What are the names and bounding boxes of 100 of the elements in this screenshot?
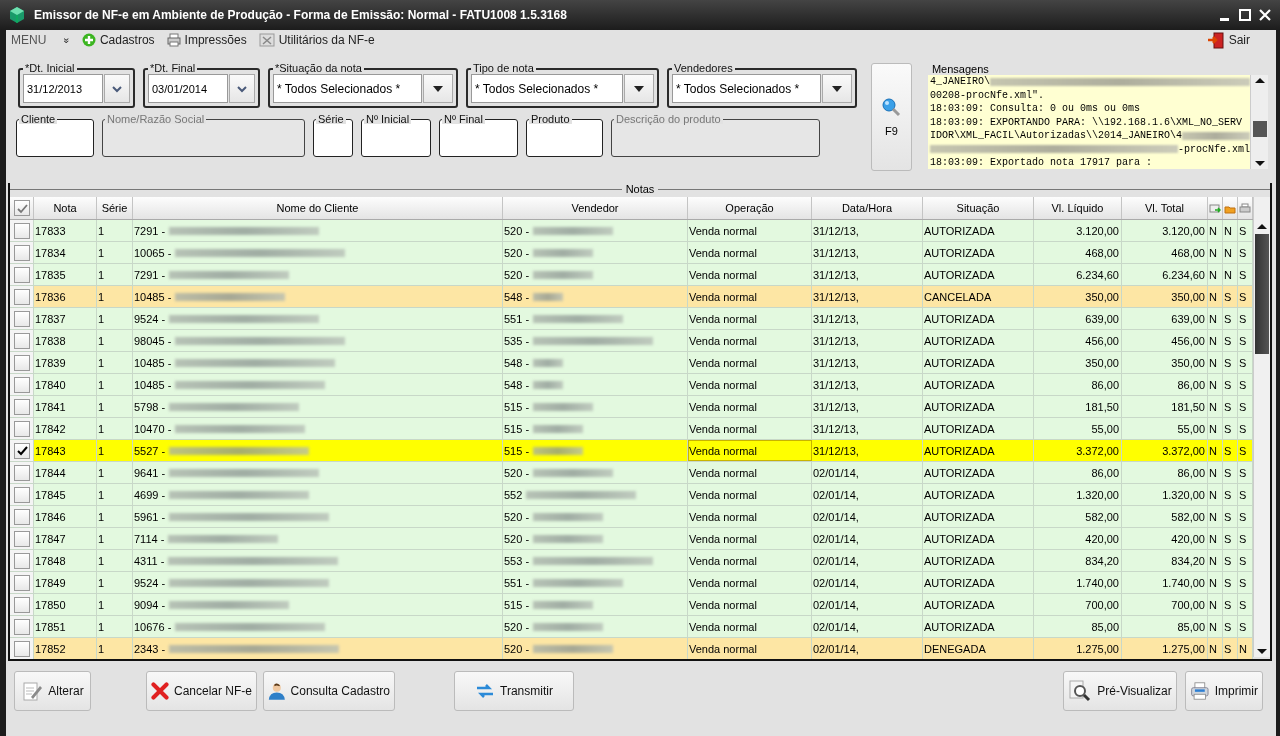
table-cell: 17849 [34, 572, 97, 593]
dropdown-button[interactable] [423, 74, 453, 103]
table-cell: Venda normal [688, 550, 812, 571]
action-button[interactable]: Alterar [14, 671, 91, 711]
action-button[interactable]: Pré-Visualizar [1063, 671, 1177, 711]
blurred-text [533, 292, 564, 301]
row-checkbox[interactable] [14, 354, 30, 371]
action-button[interactable]: Transmitir [454, 671, 574, 711]
table-cell: Venda normal [688, 264, 812, 285]
column-header[interactable]: Nota [34, 197, 97, 219]
input-field[interactable]: Série [313, 114, 353, 157]
input-field[interactable]: Nº Inicial [361, 114, 431, 157]
column-header[interactable]: Situação [923, 197, 1034, 219]
row-checkbox[interactable] [14, 596, 30, 613]
log-line: -procNfe.xml [1177, 142, 1250, 156]
row-checkbox[interactable] [14, 442, 30, 459]
date-field[interactable]: 31/12/2013 [23, 74, 130, 103]
table-cell: 1 [97, 374, 133, 395]
row-checkbox[interactable] [14, 310, 30, 327]
row-checkbox[interactable] [14, 376, 30, 393]
table-cell: 17843 [34, 440, 97, 461]
column-header[interactable]: Vendedor [503, 197, 688, 219]
table-cell: CANCELADA [923, 286, 1034, 307]
maximize-icon[interactable] [1238, 8, 1252, 22]
table-cell: AUTORIZADA [923, 220, 1034, 241]
column-header[interactable]: Data/Hora [812, 197, 923, 219]
messages-title: Mensagens [931, 63, 989, 75]
action-button[interactable]: Cancelar NF-e [146, 671, 257, 711]
row-checkbox[interactable] [14, 618, 30, 635]
table-cell: 1 [97, 396, 133, 417]
input-field[interactable]: Produto [526, 114, 603, 157]
table-cell: 456,00 [1034, 330, 1122, 351]
menu-label[interactable]: MENU [11, 33, 47, 47]
menu-item[interactable]: Utilitários da NF-e [258, 32, 375, 48]
column-header[interactable]: Série [97, 197, 133, 219]
client-code: 4311 - [134, 554, 165, 567]
expand-button[interactable]: » [61, 37, 73, 43]
close-icon[interactable] [1258, 8, 1272, 22]
action-button[interactable]: Imprimir [1185, 671, 1263, 711]
table-cell: 17845 [34, 484, 97, 505]
column-header[interactable]: Vl. Líquido [1034, 197, 1122, 219]
table-cell: N [1208, 462, 1223, 483]
table-cell: 639,00 [1034, 308, 1122, 329]
dropdown[interactable]: * Todos Selecionados * [273, 74, 453, 103]
row-checkbox[interactable] [14, 464, 30, 481]
row-checkbox[interactable] [14, 244, 30, 261]
menu-item[interactable]: Cadastros [81, 33, 155, 47]
scrollbar-thumb[interactable] [1255, 234, 1269, 354]
date-picker-button[interactable] [229, 74, 255, 103]
dropdown-button[interactable] [624, 74, 654, 103]
table-cell: 02/01/14, [812, 506, 923, 527]
row-checkbox[interactable] [14, 486, 30, 503]
seller-code: 515 - [504, 422, 530, 435]
input-field[interactable]: Cliente [16, 114, 94, 157]
row-checkbox[interactable] [14, 266, 30, 283]
column-header[interactable]: Vl. Total [1122, 197, 1208, 219]
dropdown[interactable]: * Todos Selecionados * [672, 74, 852, 103]
blurred-text [533, 534, 604, 543]
dropdown[interactable]: * Todos Selecionados * [471, 74, 654, 103]
row-checkbox[interactable] [14, 552, 30, 569]
exit-button[interactable]: Sair [1206, 31, 1250, 49]
column-header[interactable]: Nome do Cliente [133, 197, 503, 219]
seller-code: 515 - [504, 598, 530, 611]
seller-code: 551 - [504, 312, 530, 325]
search-button[interactable]: F9 [871, 63, 912, 171]
table-cell: 1 [97, 616, 133, 637]
row-checkbox[interactable] [14, 398, 30, 415]
action-button[interactable]: Consulta Cadastro [263, 671, 395, 711]
date-picker-button[interactable] [104, 74, 130, 103]
table-cell: S [1223, 484, 1238, 505]
row-checkbox[interactable] [14, 222, 30, 239]
caret-icon [432, 84, 444, 93]
row-checkbox[interactable] [14, 420, 30, 437]
scrollbar-thumb[interactable] [1252, 121, 1267, 137]
printer-icon [166, 33, 181, 47]
row-checkbox[interactable] [14, 640, 30, 657]
table-cell: Venda normal [688, 506, 812, 527]
table-cell: 1 [97, 286, 133, 307]
row-checkbox[interactable] [14, 332, 30, 349]
row-checkbox[interactable] [14, 530, 30, 547]
input-field[interactable]: Nº Final [439, 114, 518, 157]
table-cell: 3.372,00 [1122, 440, 1208, 461]
row-checkbox[interactable] [14, 288, 30, 305]
select-all-checkbox[interactable] [13, 200, 30, 216]
table-cell: 1 [97, 440, 133, 461]
table-cell: 834,20 [1034, 550, 1122, 571]
table-cell: 1 [97, 572, 133, 593]
date-field[interactable]: 03/01/2014 [148, 74, 255, 103]
dropdown-button[interactable] [822, 74, 852, 103]
field-label: Descrição do produto [614, 114, 723, 124]
table-cell: AUTORIZADA [923, 374, 1034, 395]
table-cell: 468,00 [1122, 242, 1208, 263]
column-header[interactable]: Operação [688, 197, 812, 219]
row-checkbox[interactable] [14, 508, 30, 525]
menu-item[interactable]: Impressões [166, 33, 247, 47]
table-cell: 456,00 [1122, 330, 1208, 351]
table-cell: N [1208, 220, 1223, 241]
table-cell: N [1208, 418, 1223, 439]
table-cell: 17833 [34, 220, 97, 241]
row-checkbox[interactable] [14, 574, 30, 591]
